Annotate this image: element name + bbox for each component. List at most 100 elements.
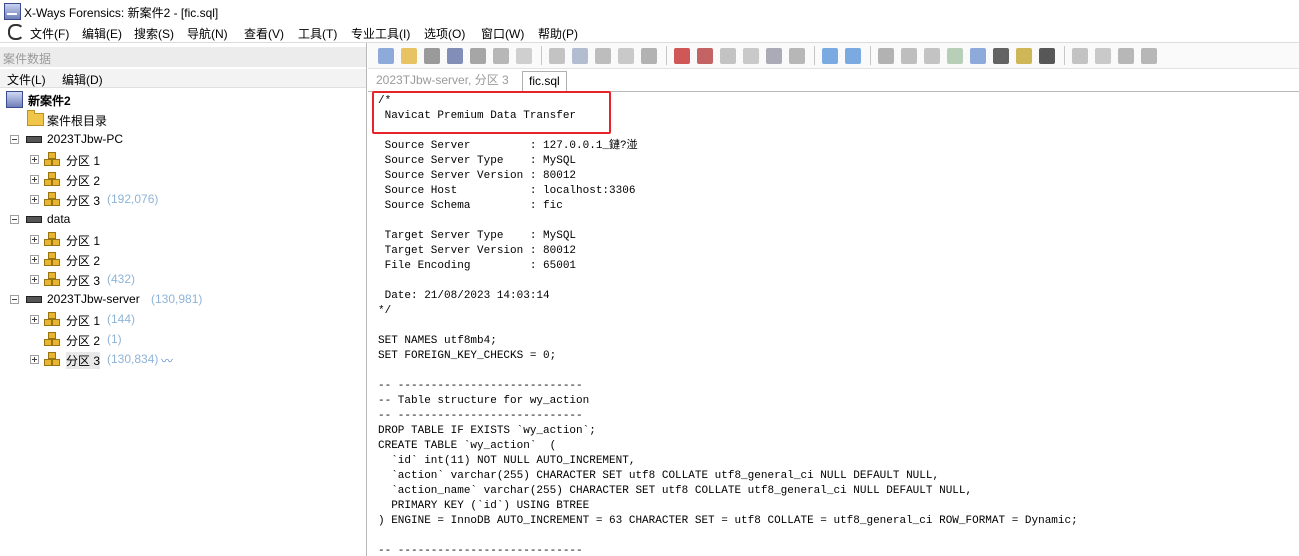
menu-specialist-tools[interactable]: 专业工具(I) <box>351 25 410 42</box>
find-hex-icon[interactable] <box>720 48 736 64</box>
partition-icon <box>44 192 60 206</box>
menu-options[interactable]: 选项(O) <box>424 25 465 42</box>
code-line: Source Server Version : 80012 <box>378 170 577 182</box>
calc-icon[interactable] <box>947 48 963 64</box>
tab-fic-sql[interactable]: fic.sql <box>522 71 567 92</box>
tree-node-evidence[interactable]: data <box>10 210 310 228</box>
tree-node-partition[interactable]: 分区 2 <box>30 250 330 268</box>
menu-search[interactable]: 搜索(S) <box>134 25 174 42</box>
main-menu-bar: 文件(F) 编辑(E) 搜索(S) 导航(N) 查看(V) 工具(T) 专业工具… <box>0 22 1299 43</box>
camera-icon[interactable] <box>993 48 1009 64</box>
tree-node-partition[interactable]: 分区 3 (432) <box>30 270 330 288</box>
code-line: -- Table structure for wy_action <box>378 395 590 407</box>
code-line: CREATE TABLE `wy_action` ( <box>378 440 557 452</box>
item-count: (144) <box>107 312 136 326</box>
replace-icon[interactable] <box>743 48 759 64</box>
find-icon[interactable] <box>674 48 690 64</box>
code-line: -- ---------------------------- <box>378 410 583 422</box>
prev-icon[interactable] <box>1118 48 1134 64</box>
goto-offset-icon[interactable] <box>766 48 782 64</box>
expand-toggle[interactable] <box>30 315 39 324</box>
collapse-toggle[interactable] <box>10 295 19 304</box>
expand-toggle[interactable] <box>30 355 39 364</box>
menu-view[interactable]: 查看(V) <box>244 25 284 42</box>
menu-edit[interactable]: 编辑(E) <box>82 25 122 42</box>
layout-icon[interactable] <box>1095 48 1111 64</box>
tree-node-partition-selected[interactable]: 分区 3 (130,834) 〰 <box>30 350 330 369</box>
settings-icon[interactable] <box>1016 48 1032 64</box>
next-icon[interactable] <box>1141 48 1157 64</box>
case-menu-edit[interactable]: 编辑(D) <box>62 71 103 88</box>
item-count: (130,981) <box>151 292 203 306</box>
expand-toggle[interactable] <box>30 155 39 164</box>
code-line: Date: 21/08/2023 14:03:14 <box>378 290 550 302</box>
refresh-icon[interactable] <box>878 48 894 64</box>
properties-icon[interactable] <box>470 48 486 64</box>
tree-node-evidence[interactable]: 2023TJbw-PC <box>10 130 310 148</box>
snapshot-icon[interactable] <box>901 48 917 64</box>
tree-node-partition[interactable]: 分区 2 <box>30 170 330 188</box>
clipboard-icon[interactable] <box>572 48 588 64</box>
expand-toggle[interactable] <box>30 235 39 244</box>
menu-window[interactable]: 窗口(W) <box>481 25 524 42</box>
back-icon[interactable] <box>822 48 838 64</box>
file-content: /* Navicat Premium Data Transfer Source … <box>378 94 1078 556</box>
grid-icon[interactable] <box>1072 48 1088 64</box>
expand-toggle[interactable] <box>30 175 39 184</box>
case-menu-file[interactable]: 文件(L) <box>7 71 46 88</box>
system-menu-icon[interactable] <box>8 24 24 40</box>
copy-block-icon[interactable] <box>595 48 611 64</box>
code-line: `action_name` varchar(255) CHARACTER SET… <box>378 485 973 497</box>
open-folder-icon[interactable] <box>401 48 417 64</box>
tree-node-root-directory[interactable]: 案件根目录 <box>26 110 226 128</box>
code-line: DROP TABLE IF EXISTS `wy_action`; <box>378 425 596 437</box>
expand-toggle[interactable] <box>30 255 39 264</box>
code-line: PRIMARY KEY (`id`) USING BTREE <box>378 500 590 512</box>
find-text-icon[interactable] <box>697 48 713 64</box>
tree-node-partition[interactable]: 分区 1 <box>30 150 330 168</box>
partition-icon <box>44 312 60 326</box>
main-toolbar <box>368 43 1299 69</box>
code-line: `action` varchar(255) CHARACTER SET utf8… <box>378 470 940 482</box>
menu-tools[interactable]: 工具(T) <box>298 25 337 42</box>
goto-sector-icon[interactable] <box>789 48 805 64</box>
expand-toggle[interactable] <box>30 195 39 204</box>
export-icon[interactable] <box>618 48 634 64</box>
toolbar-separator <box>814 46 815 65</box>
item-count: (432) <box>107 272 136 286</box>
tree-node-partition[interactable]: 分区 2 (1) <box>30 330 330 348</box>
collapse-toggle[interactable] <box>10 215 19 224</box>
tab-partition-view[interactable]: 2023TJbw-server, 分区 3 <box>370 71 515 90</box>
tree-node-evidence[interactable]: 2023TJbw-server (130,981) <box>10 290 330 308</box>
code-line: Target Server Type : MySQL <box>378 230 577 242</box>
tree-node-partition[interactable]: 分区 3 (192,076) <box>30 190 330 208</box>
code-line: Source Host : localhost:3306 <box>378 185 636 197</box>
copy-icon[interactable] <box>493 48 509 64</box>
menu-navigate[interactable]: 导航(N) <box>187 25 228 42</box>
gear-icon[interactable] <box>1039 48 1055 64</box>
hex-icon[interactable] <box>641 48 657 64</box>
undo-icon[interactable] <box>549 48 565 64</box>
menu-file[interactable]: 文件(F) <box>30 25 69 42</box>
save-icon[interactable] <box>424 48 440 64</box>
new-file-icon[interactable] <box>378 48 394 64</box>
code-line: SET FOREIGN_KEY_CHECKS = 0; <box>378 350 557 362</box>
search-icon[interactable] <box>970 48 986 64</box>
toolbar-separator <box>1064 46 1065 65</box>
hash-icon[interactable] <box>924 48 940 64</box>
paste-icon[interactable] <box>516 48 532 64</box>
menu-help[interactable]: 帮助(P) <box>538 25 578 42</box>
tree-node-partition[interactable]: 分区 1 (144) <box>30 310 330 328</box>
tree-node-partition[interactable]: 分区 1 <box>30 230 330 248</box>
case-pane-menu: 文件(L) 编辑(D) <box>0 69 366 88</box>
tree-node-case-root[interactable]: 新案件2 <box>6 90 206 108</box>
item-count: (130,834) <box>107 352 159 366</box>
code-line: File Encoding : 65001 <box>378 260 577 272</box>
forward-icon[interactable] <box>845 48 861 64</box>
case-data-pane: 案件数据 文件(L) 编辑(D) 新案件2 案件根目录 2023TJbw-PC … <box>0 43 367 556</box>
expand-toggle[interactable] <box>30 275 39 284</box>
print-icon[interactable] <box>447 48 463 64</box>
text-view[interactable]: /* Navicat Premium Data Transfer Source … <box>368 92 1299 556</box>
case-data-header: 案件数据 <box>0 47 366 67</box>
collapse-toggle[interactable] <box>10 135 19 144</box>
